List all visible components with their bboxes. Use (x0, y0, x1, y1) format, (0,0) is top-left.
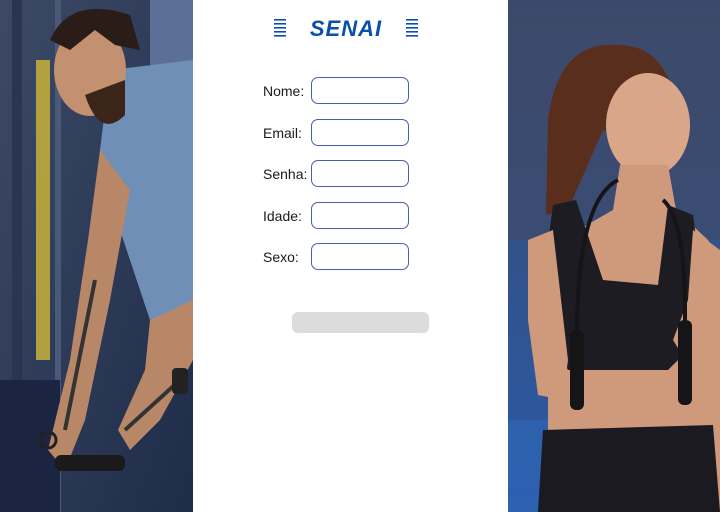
nome-input[interactable] (311, 77, 409, 104)
sexo-input[interactable] (311, 243, 409, 270)
email-input[interactable] (311, 119, 409, 146)
form-row-senha: Senha: (263, 160, 423, 190)
nome-label: Nome: (263, 83, 305, 99)
idade-label: Idade: (263, 208, 302, 224)
form-row-idade: Idade: (263, 202, 423, 232)
man-training-image (0, 0, 193, 512)
senha-input[interactable] (311, 160, 409, 187)
form-row-sexo: Sexo: (263, 243, 423, 273)
submit-button[interactable] (292, 312, 429, 333)
senai-logo: SENAI (274, 16, 418, 39)
woman-fitness-image (508, 0, 720, 512)
senha-label: Senha: (263, 166, 308, 182)
svg-text:SENAI: SENAI (310, 16, 382, 39)
form-row-nome: Nome: (263, 77, 423, 107)
email-label: Email: (263, 125, 302, 141)
sexo-label: Sexo: (263, 249, 299, 265)
right-photo-woman-fitness (508, 0, 720, 512)
idade-input[interactable] (311, 202, 409, 229)
left-photo-man-training (0, 0, 193, 512)
form-row-email: Email: (263, 119, 423, 149)
registration-panel: SENAI Nome: Email: Senha: Idade: Sexo: (193, 0, 508, 512)
